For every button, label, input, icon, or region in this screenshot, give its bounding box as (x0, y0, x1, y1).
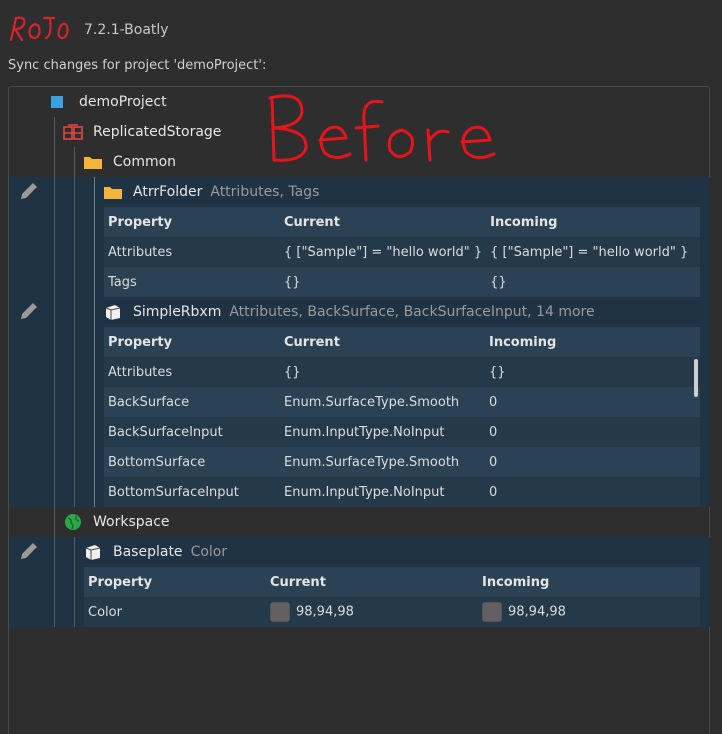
tree-item-label: Workspace (93, 514, 170, 530)
tree-item-label: demoProject (79, 94, 167, 110)
property-cell: BottomSurface (108, 454, 206, 470)
indent-guide (94, 177, 95, 507)
rbxm-property-table: Property Current Incoming Attributes {} … (104, 327, 700, 507)
table-row: Tags {} {} (104, 267, 700, 297)
table-header-row: Property Current Incoming (104, 207, 700, 237)
current-cell: Enum.InputType.NoInput (284, 424, 445, 440)
color-swatch (482, 602, 502, 622)
current-cell: Enum.InputType.NoInput (284, 484, 445, 500)
property-cell: BackSurface (108, 394, 190, 410)
current-color-value: 98,94,98 (296, 604, 354, 620)
current-cell: Enum.SurfaceType.Smooth (284, 394, 460, 410)
current-cell: 98,94,98 (266, 597, 478, 627)
changed-properties-summary: Attributes, Tags (210, 184, 320, 200)
incoming-cell: 0 (489, 394, 498, 410)
tree-item-label: Common (113, 154, 177, 170)
globe-icon (63, 512, 83, 532)
tree-item-label: AtrrFolder (133, 184, 203, 200)
tree-item-common[interactable]: Common (83, 147, 176, 177)
before-annotation (268, 94, 496, 162)
folder-icon (83, 152, 103, 172)
header-incoming: Incoming (482, 574, 550, 590)
pencil-icon[interactable] (17, 179, 41, 203)
header-property: Property (108, 334, 173, 350)
incoming-cell: 0 (489, 484, 498, 500)
incoming-cell: 98,94,98 (478, 597, 700, 627)
property-cell: Color (88, 604, 122, 620)
tree-item-workspace[interactable]: Workspace (63, 507, 170, 537)
header-current: Current (284, 334, 340, 350)
changed-properties-summary: Color (190, 544, 228, 560)
header-incoming: Incoming (489, 334, 557, 350)
property-cell: BackSurfaceInput (108, 424, 223, 440)
folder-blue-icon (47, 92, 67, 112)
table-row: Attributes {} {} (104, 357, 700, 387)
property-cell: Tags (108, 274, 137, 290)
pencil-icon[interactable] (17, 539, 41, 563)
tree-item-demoproject[interactable]: demoProject (47, 87, 167, 117)
current-cell: Enum.SurfaceType.Smooth (284, 454, 460, 470)
table-row: Attributes { ["Sample"] = "hello world" … (104, 237, 700, 267)
version-label: 7.2.1-Boatly (84, 22, 169, 38)
table-row: BottomSurfaceInput Enum.InputType.NoInpu… (104, 477, 700, 507)
header-property: Property (88, 574, 153, 590)
tree-item-label: SimpleRbxm (133, 304, 222, 320)
incoming-cell: 0 (489, 454, 498, 470)
property-cell: Attributes (108, 364, 173, 380)
header-current: Current (284, 214, 340, 230)
table-row: Color 98,94,98 98,94,98 (84, 597, 700, 627)
sync-tree-panel: demoProject ReplicatedStorage Common Atr… (8, 86, 710, 734)
property-cell: Attributes (108, 244, 173, 260)
part-cube-icon (103, 302, 123, 322)
rojo-logo (9, 16, 69, 42)
header: 7.2.1-Boatly Sync changes for project 'd… (0, 0, 722, 73)
tree-item-atrrfolder[interactable]: AtrrFolder Attributes, Tags (103, 177, 319, 207)
current-cell: {} (284, 274, 301, 290)
pencil-icon[interactable] (17, 299, 41, 323)
indent-guide (74, 537, 75, 627)
property-cell: BottomSurfaceInput (108, 484, 239, 500)
current-cell: { ["Sample"] = "hello world" } (284, 244, 483, 260)
folder-icon (103, 182, 123, 202)
tree-item-label: Baseplate (113, 544, 183, 560)
color-swatch (270, 602, 290, 622)
header-current: Current (270, 574, 326, 590)
sync-subtitle: Sync changes for project 'demoProject': (8, 58, 267, 73)
tree-item-baseplate[interactable]: Baseplate Color (83, 537, 227, 567)
table-row: BackSurface Enum.SurfaceType.Smooth 0 (104, 387, 700, 417)
tree-item-label: ReplicatedStorage (93, 124, 222, 140)
indent-guide (54, 117, 55, 627)
baseplate-property-table: Property Current Incoming Color 98,94,98… (84, 567, 700, 627)
incoming-cell: {} (489, 364, 506, 380)
table-row: BackSurfaceInput Enum.InputType.NoInput … (104, 417, 700, 447)
tree-item-simplerbxm[interactable]: SimpleRbxm Attributes, BackSurface, Back… (103, 297, 595, 327)
replicated-storage-icon (63, 122, 83, 142)
indent-guide (74, 147, 75, 507)
table-row: BottomSurface Enum.SurfaceType.Smooth 0 (104, 447, 700, 477)
current-cell: {} (284, 364, 301, 380)
header-property: Property (108, 214, 173, 230)
header-incoming: Incoming (490, 214, 558, 230)
table-header-row: Property Current Incoming (84, 567, 700, 597)
atrr-property-table: Property Current Incoming Attributes { [… (104, 207, 700, 297)
incoming-cell: 0 (489, 424, 498, 440)
changed-properties-summary: Attributes, BackSurface, BackSurfaceInpu… (229, 304, 595, 320)
tree-item-replicatedstorage[interactable]: ReplicatedStorage (63, 117, 221, 147)
incoming-cell: { ["Sample"] = "hello world" } (490, 244, 689, 260)
part-cube-icon (83, 542, 103, 562)
table-header-row: Property Current Incoming (104, 327, 700, 357)
table-scrollbar[interactable] (694, 359, 698, 397)
incoming-color-value: 98,94,98 (508, 604, 566, 620)
incoming-cell: {} (490, 274, 507, 290)
